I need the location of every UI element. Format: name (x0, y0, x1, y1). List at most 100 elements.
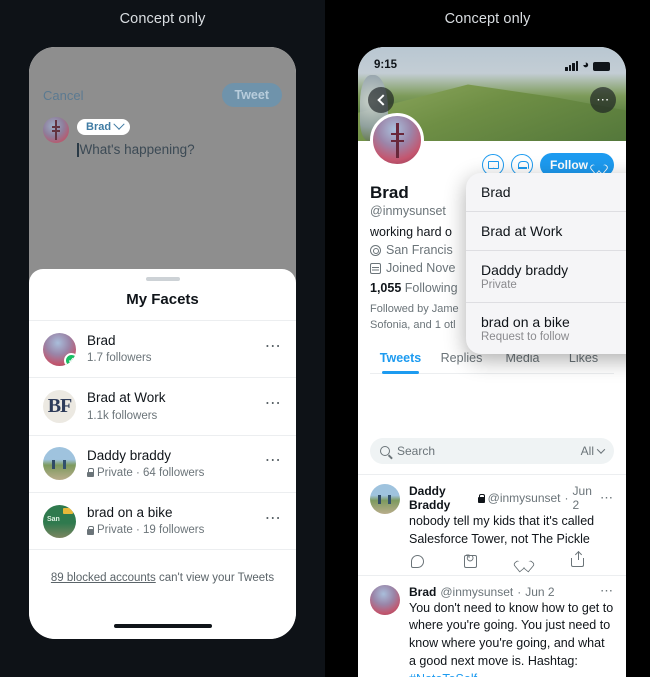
retweet-icon[interactable] (464, 555, 477, 568)
tweet-author-handle: @inmysunset (440, 585, 513, 599)
facet-avatar-brad-at-work: BF (43, 390, 76, 423)
tweet-text-wrapper: You don't need to know how to get to whe… (409, 600, 614, 677)
tweet-date-value: Jun 2 (573, 484, 596, 512)
following-count: 1,055 (370, 281, 401, 295)
calendar-icon (370, 263, 381, 274)
tweet-row[interactable]: Daddy Braddy @inmysunset · Jun 2 ⋯ nobod… (358, 474, 626, 575)
chevron-down-icon (597, 445, 605, 453)
envelope-icon (488, 161, 499, 169)
status-clock: 9:15 (374, 59, 397, 71)
chevron-down-icon (113, 119, 124, 130)
following-label: Following (405, 281, 458, 295)
tweet-author-handle: @inmysunset (488, 491, 561, 505)
composer-avatar (43, 117, 69, 143)
facet-more-options-icon[interactable]: ⋯ (265, 456, 282, 471)
tweet-text: nobody tell my kids that it's called Sal… (409, 513, 614, 549)
back-button[interactable] (368, 87, 394, 113)
popover-item-brad[interactable]: Brad (466, 173, 626, 212)
tweet-more-icon[interactable]: ⋯ (600, 495, 614, 502)
location-pin-icon (370, 245, 381, 256)
share-icon[interactable] (571, 558, 584, 567)
my-facets-sheet: My Facets ✓ Brad 1.7 followers ⋯ BF (29, 269, 296, 639)
popover-item-name: brad on a bike (481, 314, 570, 330)
tweet-date: · (565, 491, 569, 505)
facet-avatar-brad: ✓ (43, 333, 76, 366)
tweet-more-icon[interactable]: ⋯ (600, 588, 614, 595)
facet-more-options-icon[interactable]: ⋯ (265, 514, 282, 529)
selected-check-icon: ✓ (64, 353, 76, 366)
left-phone-frame: Cancel Tweet Brad What's happening? (29, 47, 296, 639)
tweet-author-name: Daddy Braddy (409, 484, 474, 512)
tweet-button[interactable]: Tweet (222, 83, 283, 107)
popover-item-name: Daddy braddy (481, 262, 568, 278)
facet-followers: 1.7 followers (87, 350, 152, 366)
tweet-avatar-brad[interactable] (370, 585, 400, 615)
tweet-date: · (517, 585, 521, 599)
left-caption: Concept only (0, 11, 325, 27)
search-input[interactable]: Search (397, 444, 574, 458)
facet-list-item-brad-at-work[interactable]: BF Brad at Work 1.1k followers ⋯ (29, 378, 296, 434)
right-phone-frame: 9:15 ◕ ⋯ Follow B (358, 47, 626, 677)
lock-icon (478, 494, 484, 503)
facet-avatar-daddy-braddy (43, 447, 76, 480)
facet-list-item-daddy-braddy[interactable]: Daddy braddy Private · 64 followers ⋯ (29, 436, 296, 492)
cellular-signal-icon (565, 61, 578, 71)
facet-name: Brad at Work (87, 389, 254, 407)
location-text: San Francis (386, 243, 453, 257)
search-filter-label: All (581, 444, 594, 458)
cancel-button[interactable]: Cancel (43, 88, 83, 103)
hashtag-link[interactable]: #NoteToSelf (409, 672, 477, 677)
facet-followers: 1.1k followers (87, 408, 157, 424)
tweet-avatar-daddy-braddy[interactable] (370, 484, 400, 514)
popover-item-name: Brad at Work (481, 223, 562, 239)
tab-tweets[interactable]: Tweets (370, 343, 431, 373)
search-icon (380, 446, 390, 456)
facet-selector-chip[interactable]: Brad (77, 119, 130, 135)
right-caption: Concept only (325, 11, 650, 27)
search-filter-select[interactable]: All (581, 444, 604, 458)
compose-placeholder[interactable]: What's happening? (80, 142, 195, 157)
right-panel: Concept only 9:15 ◕ ⋯ (325, 0, 650, 677)
blocked-accounts-bar: 89 blocked accounts can't view your Twee… (29, 550, 296, 586)
lock-icon (87, 468, 94, 477)
bell-icon (518, 160, 527, 170)
facet-more-options-icon[interactable]: ⋯ (265, 342, 282, 357)
left-panel: Concept only Cancel Tweet Brad (0, 0, 325, 677)
facet-avatar-brad-on-a-bike: San (43, 505, 76, 538)
blocked-accounts-link[interactable]: 89 blocked accounts (51, 572, 156, 584)
screenshot-stage: Concept only Cancel Tweet Brad (0, 0, 650, 677)
sheet-title: My Facets (29, 281, 296, 320)
facet-name: Brad (87, 332, 254, 350)
heart-icon (594, 160, 604, 170)
like-icon[interactable] (518, 555, 531, 568)
status-bar: 9:15 ◕ (358, 47, 626, 77)
tweet-row[interactable]: Brad @inmysunset · Jun 2 ⋯ You don't nee… (358, 575, 626, 677)
facet-list-item-brad-on-a-bike[interactable]: San brad on a bike Private · 19 follower… (29, 493, 296, 549)
tweet-composer: Cancel Tweet Brad What's happening? (29, 47, 296, 287)
popover-item-daddy-braddy[interactable]: Daddy braddy Private (466, 251, 626, 303)
facet-followers: Private · 64 followers (97, 465, 204, 481)
popover-item-name: Brad (481, 184, 511, 200)
facet-more-options-icon[interactable]: ⋯ (265, 399, 282, 414)
follow-label: Follow (550, 158, 588, 172)
reply-icon[interactable] (411, 555, 424, 568)
search-bar[interactable]: Search All (370, 438, 614, 464)
tweet-text: You don't need to know how to get to whe… (409, 601, 613, 668)
facet-list-item-brad[interactable]: ✓ Brad 1.7 followers ⋯ (29, 321, 296, 377)
profile-overflow-button[interactable]: ⋯ (590, 87, 616, 113)
tweet-date-value: Jun 2 (525, 585, 554, 599)
profile-avatar[interactable] (370, 113, 424, 167)
facet-chip-label: Brad (86, 121, 111, 133)
facet-name: Daddy braddy (87, 447, 254, 465)
facet-switcher-popover: Brad Brad at Work Daddy braddy Private (466, 173, 626, 354)
popover-item-brad-on-a-bike[interactable]: brad on a bike Request to follow (466, 303, 626, 354)
followed-by-line-2: Sofonia, and 1 otl (370, 319, 456, 331)
lock-icon (87, 526, 94, 535)
popover-item-sub: Request to follow (481, 331, 570, 343)
home-indicator (114, 624, 212, 628)
chevron-left-icon (377, 94, 388, 105)
timeline: Search All Daddy Braddy (358, 430, 626, 677)
tweet-author-name: Brad (409, 585, 436, 599)
blocked-accounts-rest: can't view your Tweets (156, 572, 274, 584)
popover-item-brad-at-work[interactable]: Brad at Work (466, 212, 626, 251)
